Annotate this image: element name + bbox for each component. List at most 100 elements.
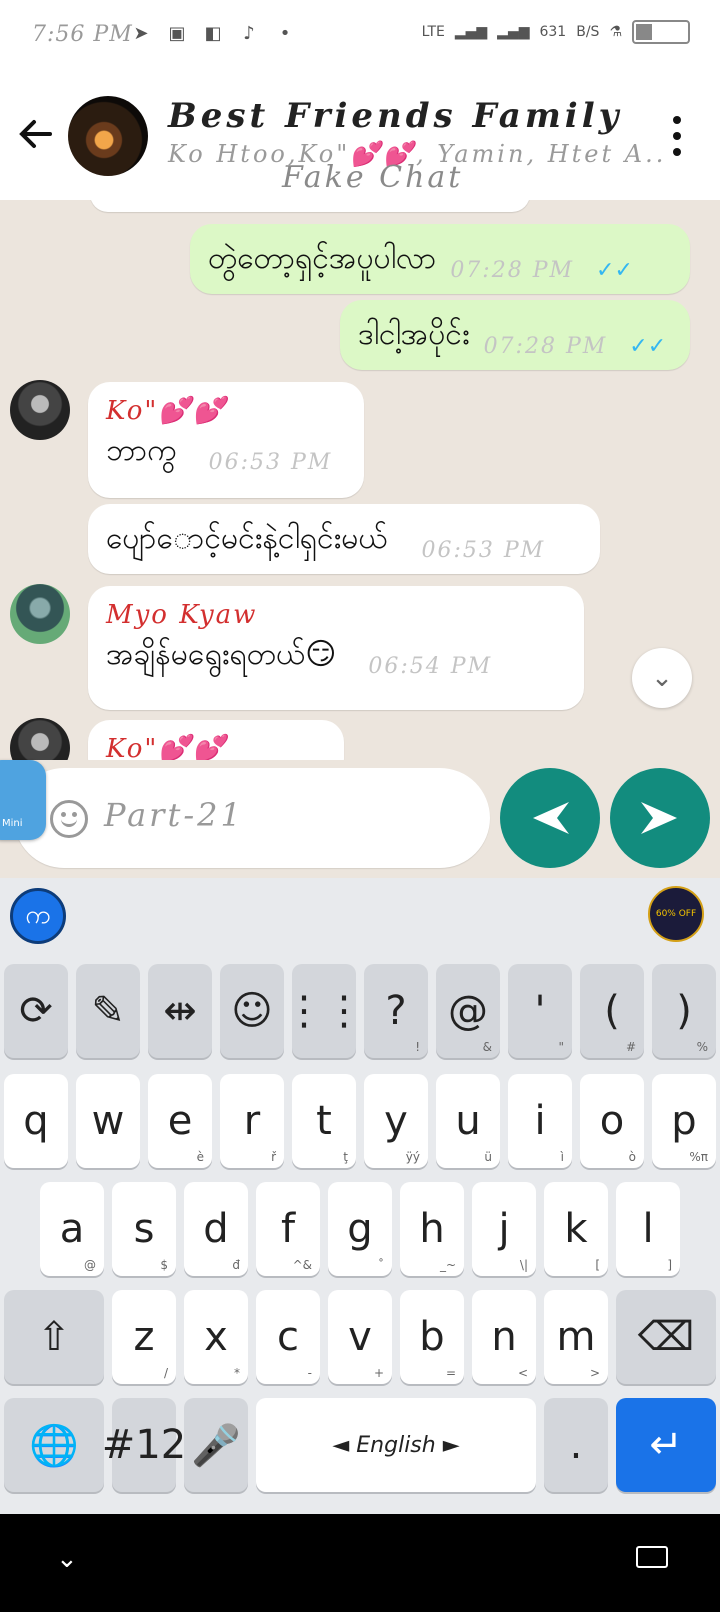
key-o[interactable]: oò	[580, 1074, 644, 1168]
key-label: g	[347, 1206, 373, 1252]
key-n[interactable]: n <	[472, 1290, 536, 1384]
key-label: ✎	[91, 988, 125, 1034]
message-text: ဘာကွ	[106, 433, 177, 468]
left-arrow-icon	[533, 802, 569, 834]
space-bar[interactable]: ◄ English ►	[256, 1398, 536, 1492]
chat-area[interactable]: တွဲတော့ရှင့်အပူပါလာ 07:28 PM ✓✓ ဒါငါ့အပိ…	[0, 200, 720, 760]
key-g[interactable]: g ˚	[328, 1182, 392, 1276]
key-sublabel: ÿý	[405, 1150, 420, 1164]
receive-button[interactable]	[500, 768, 600, 868]
sender-avatar[interactable]	[10, 380, 70, 440]
key-sublabel: ţ	[343, 1150, 348, 1164]
key-sublabel: ]	[667, 1258, 672, 1272]
group-avatar[interactable]	[68, 96, 148, 176]
back-arrow-icon[interactable]	[14, 112, 58, 156]
period-key[interactable]: .	[544, 1398, 608, 1492]
keyboard: က 60% OFF ⟳ ✎ ⇹ ☺ ⋮⋮?! @ & ' "(#)% q w e è r ř t ţ y ÿý u ü i…	[0, 878, 720, 1514]
key-i[interactable]: iì	[508, 1074, 572, 1168]
key-@[interactable]: @ &	[436, 964, 500, 1058]
game-icon: ◧	[204, 22, 222, 44]
key-j[interactable]: j \|	[472, 1182, 536, 1276]
group-title[interactable]: Best Friends Family	[168, 96, 622, 136]
key-d[interactable]: dđ	[184, 1182, 248, 1276]
key-emoji-icon[interactable]: ☺	[220, 964, 284, 1058]
key-([interactable]: (#	[580, 964, 644, 1058]
key-k[interactable]: k[	[544, 1182, 608, 1276]
key-u[interactable]: uü	[436, 1074, 500, 1168]
message-bubble[interactable]: ဒါငါ့အပိုင်း 07:28 PM ✓✓	[340, 300, 690, 370]
key-sublabel: ü	[484, 1150, 492, 1164]
telegram-icon: ➤	[133, 22, 149, 44]
key-?[interactable]: ?!	[364, 964, 428, 1058]
speed-unit: B/S	[576, 24, 600, 40]
key-q[interactable]: q	[4, 1074, 68, 1168]
key-r[interactable]: rř	[220, 1074, 284, 1168]
message-bubble[interactable]: Ko"💕💕 ဘာကွ 06:53 PM	[88, 382, 364, 498]
signal-icon: ▂▄▆	[454, 24, 488, 40]
key-w[interactable]: w	[76, 1074, 140, 1168]
key-label: ?	[385, 988, 407, 1034]
key-label: #12	[101, 1422, 187, 1468]
keyboard-language-badge[interactable]: က	[10, 888, 66, 944]
key-e[interactable]: eè	[148, 1074, 212, 1168]
key-s[interactable]: s $	[112, 1182, 176, 1276]
key-label: t	[316, 1098, 332, 1144]
mini-app-icon[interactable]: Mini	[0, 760, 46, 840]
key-label: i	[534, 1098, 546, 1144]
more-options-icon[interactable]	[672, 116, 682, 156]
shift-icon[interactable]: ⇧	[4, 1290, 104, 1384]
battery-icon	[632, 20, 690, 44]
chat-header: Best Friends Family Ko Htoo,Ko"💕💕, Yamin…	[0, 72, 720, 200]
keyboard-switch-icon[interactable]	[636, 1546, 668, 1568]
key-t[interactable]: tţ	[292, 1074, 356, 1168]
key-sublabel: !	[415, 1040, 420, 1054]
key-y[interactable]: y ÿý	[364, 1074, 428, 1168]
microphone-icon[interactable]: 🎤	[184, 1398, 248, 1492]
sender-avatar[interactable]	[10, 584, 70, 644]
read-ticks-icon: ✓✓	[629, 334, 667, 359]
emoji-icon[interactable]	[50, 800, 88, 838]
message-bubble[interactable]: တွဲတော့ရှင့်အပူပါလာ 07:28 PM ✓✓	[190, 224, 690, 294]
key-cursor-move-icon[interactable]: ⇹	[148, 964, 212, 1058]
key-v[interactable]: v +	[328, 1290, 392, 1384]
globe-icon[interactable]: 🌐	[4, 1398, 104, 1492]
key-m[interactable]: m >	[544, 1290, 608, 1384]
key-label: ↵	[649, 1422, 683, 1468]
message-bubble[interactable]: Ko"💕💕	[88, 720, 344, 760]
key-sublabel: ^&	[292, 1258, 312, 1272]
key-f[interactable]: f ^&	[256, 1182, 320, 1276]
keyboard-ad[interactable]: 60% OFF	[648, 886, 704, 942]
scroll-down-icon[interactable]: ⌄	[632, 648, 692, 708]
key-h[interactable]: h _~	[400, 1182, 464, 1276]
symbols-key[interactable]: #12	[102, 1398, 186, 1492]
sender-name: Myo Kyaw	[106, 600, 258, 630]
key-label: l	[642, 1206, 654, 1252]
key-x[interactable]: x *	[184, 1290, 248, 1384]
key-c[interactable]: c-	[256, 1290, 320, 1384]
key-l[interactable]: l]	[616, 1182, 680, 1276]
key-label: )	[676, 988, 692, 1034]
key-)[interactable]: )%	[652, 964, 716, 1058]
enter-icon[interactable]: ↵	[616, 1398, 716, 1492]
key-a[interactable]: a @	[40, 1182, 104, 1276]
key-sticker-icon[interactable]: ✎	[76, 964, 140, 1058]
message-input[interactable]: Part-21	[14, 768, 490, 868]
composer: Part-21 Mini	[0, 760, 720, 878]
hide-keyboard-icon[interactable]: ⌄	[56, 1544, 78, 1574]
key-sync-icon[interactable]: ⟳	[4, 964, 68, 1058]
message-input-text[interactable]: Part-21	[104, 796, 244, 834]
key-'[interactable]: ' "	[508, 964, 572, 1058]
key-numpad-icon[interactable]: ⋮⋮	[284, 964, 364, 1058]
key-sublabel: <	[517, 1366, 528, 1380]
message-bubble[interactable]: Myo Kyaw အချိန်မရွေးရတယ်😏 06:54 PM	[88, 586, 584, 710]
key-sublabel: *	[234, 1366, 240, 1380]
key-b[interactable]: b =	[400, 1290, 464, 1384]
send-button[interactable]	[610, 768, 710, 868]
sender-avatar[interactable]	[10, 718, 70, 760]
key-z[interactable]: z /	[112, 1290, 176, 1384]
backspace-icon[interactable]: ⌫	[616, 1290, 716, 1384]
message-bubble[interactable]: ပျော်ောင့်မင်းနဲ့ငါရှင်းမယ် 06:53 PM	[88, 504, 600, 574]
key-p[interactable]: p %π	[652, 1074, 716, 1168]
key-label: c	[277, 1314, 299, 1360]
app-p-icon: ▣	[168, 22, 186, 44]
